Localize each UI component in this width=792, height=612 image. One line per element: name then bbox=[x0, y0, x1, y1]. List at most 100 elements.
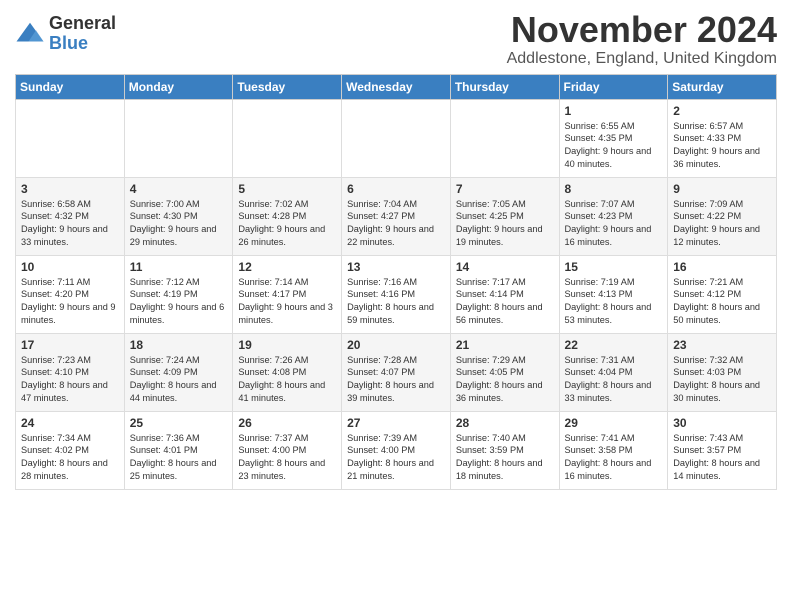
day-info: Sunrise: 7:43 AM Sunset: 3:57 PM Dayligh… bbox=[673, 432, 771, 484]
day-info: Sunrise: 7:07 AM Sunset: 4:23 PM Dayligh… bbox=[565, 198, 663, 250]
calendar-cell: 6Sunrise: 7:04 AM Sunset: 4:27 PM Daylig… bbox=[342, 177, 451, 255]
calendar-cell: 12Sunrise: 7:14 AM Sunset: 4:17 PM Dayli… bbox=[233, 255, 342, 333]
day-number: 18 bbox=[130, 338, 228, 352]
calendar-cell bbox=[16, 99, 125, 177]
calendar-cell bbox=[450, 99, 559, 177]
header-monday: Monday bbox=[124, 74, 233, 99]
day-number: 29 bbox=[565, 416, 663, 430]
day-number: 13 bbox=[347, 260, 445, 274]
calendar-cell: 24 Sunrise: 7:34 AM Sunset: 4:02 PM Dayli… bbox=[16, 411, 125, 489]
day-info: Sunrise: 7:40 AM Sunset: 3:59 PM Dayligh… bbox=[456, 432, 554, 484]
day-number: 5 bbox=[238, 182, 336, 196]
location-title: Addlestone, England, United Kingdom bbox=[507, 50, 777, 68]
calendar-cell: 7 Sunrise: 7:05 AM Sunset: 4:25 PM Daylig… bbox=[450, 177, 559, 255]
calendar-cell: 18 Sunrise: 7:24 AM Sunset: 4:09 PM Dayli… bbox=[124, 333, 233, 411]
calendar-week-row: 1 Sunrise: 6:55 AM Sunset: 4:35 PM Daylig… bbox=[16, 99, 777, 177]
calendar-cell: 4 Sunrise: 7:00 AM Sunset: 4:30 PM Daylig… bbox=[124, 177, 233, 255]
day-info: Sunrise: 7:00 AM Sunset: 4:30 PM Dayligh… bbox=[130, 198, 228, 250]
day-info: Sunrise: 7:41 AM Sunset: 3:58 PM Dayligh… bbox=[565, 432, 663, 484]
day-number: 27 bbox=[347, 416, 445, 430]
month-title: November 2024 bbox=[507, 10, 777, 50]
calendar-cell: 28 Sunrise: 7:40 AM Sunset: 3:59 PM Dayli… bbox=[450, 411, 559, 489]
day-info: Sunrise: 7:24 AM Sunset: 4:09 PM Dayligh… bbox=[130, 354, 228, 406]
day-info: Sunrise: 7:04 AM Sunset: 4:27 PM Dayligh… bbox=[347, 198, 445, 250]
day-number: 24 bbox=[21, 416, 119, 430]
day-info: Sunrise: 7:37 AM Sunset: 4:00 PM Dayligh… bbox=[238, 432, 336, 484]
day-info: Sunrise: 7:19 AM Sunset: 4:13 PM Dayligh… bbox=[565, 276, 663, 328]
calendar-cell: 23 Sunrise: 7:32 AM Sunset: 4:03 PM Dayli… bbox=[668, 333, 777, 411]
calendar-cell: 27 Sunrise: 7:39 AM Sunset: 4:00 PM Dayli… bbox=[342, 411, 451, 489]
header-friday: Friday bbox=[559, 74, 668, 99]
calendar-week-row: 24 Sunrise: 7:34 AM Sunset: 4:02 PM Dayli… bbox=[16, 411, 777, 489]
calendar-cell: 13 Sunrise: 7:16 AM Sunset: 4:16 PM Dayli… bbox=[342, 255, 451, 333]
day-number: 19 bbox=[238, 338, 336, 352]
day-number: 8 bbox=[565, 182, 663, 196]
day-number: 17 bbox=[21, 338, 119, 352]
day-info: Sunrise: 7:39 AM Sunset: 4:00 PM Dayligh… bbox=[347, 432, 445, 484]
header-tuesday: Tuesday bbox=[233, 74, 342, 99]
day-info: Sunrise: 7:32 AM Sunset: 4:03 PM Dayligh… bbox=[673, 354, 771, 406]
day-number: 11 bbox=[130, 260, 228, 274]
calendar-cell: 10Sunrise: 7:11 AM Sunset: 4:20 PM Dayli… bbox=[16, 255, 125, 333]
day-info: Sunrise: 7:16 AM Sunset: 4:16 PM Dayligh… bbox=[347, 276, 445, 328]
day-number: 21 bbox=[456, 338, 554, 352]
calendar-table: SundayMondayTuesdayWednesdayThursdayFrid… bbox=[15, 74, 777, 490]
day-number: 3 bbox=[21, 182, 119, 196]
logo-blue-text: Blue bbox=[49, 34, 116, 54]
day-info: Sunrise: 6:55 AM Sunset: 4:35 PM Dayligh… bbox=[565, 120, 663, 172]
day-number: 7 bbox=[456, 182, 554, 196]
logo-general-text: General bbox=[49, 14, 116, 34]
day-info: Sunrise: 7:17 AM Sunset: 4:14 PM Dayligh… bbox=[456, 276, 554, 328]
day-info: Sunrise: 7:05 AM Sunset: 4:25 PM Dayligh… bbox=[456, 198, 554, 250]
day-info: Sunrise: 7:36 AM Sunset: 4:01 PM Dayligh… bbox=[130, 432, 228, 484]
calendar-cell bbox=[233, 99, 342, 177]
day-number: 25 bbox=[130, 416, 228, 430]
page-header: General Blue November 2024 Addlestone, E… bbox=[15, 10, 777, 68]
day-number: 30 bbox=[673, 416, 771, 430]
calendar-cell: 22Sunrise: 7:31 AM Sunset: 4:04 PM Dayli… bbox=[559, 333, 668, 411]
day-number: 23 bbox=[673, 338, 771, 352]
day-info: Sunrise: 7:34 AM Sunset: 4:02 PM Dayligh… bbox=[21, 432, 119, 484]
header-saturday: Saturday bbox=[668, 74, 777, 99]
day-number: 14 bbox=[456, 260, 554, 274]
logo: General Blue bbox=[15, 14, 116, 54]
calendar-cell: 11 Sunrise: 7:12 AM Sunset: 4:19 PM Dayli… bbox=[124, 255, 233, 333]
calendar-cell: 2 Sunrise: 6:57 AM Sunset: 4:33 PM Daylig… bbox=[668, 99, 777, 177]
day-info: Sunrise: 6:57 AM Sunset: 4:33 PM Dayligh… bbox=[673, 120, 771, 172]
logo-icon bbox=[15, 19, 45, 49]
calendar-cell: 9 Sunrise: 7:09 AM Sunset: 4:22 PM Daylig… bbox=[668, 177, 777, 255]
calendar-cell: 19Sunrise: 7:26 AM Sunset: 4:08 PM Dayli… bbox=[233, 333, 342, 411]
calendar-cell: 26 Sunrise: 7:37 AM Sunset: 4:00 PM Dayli… bbox=[233, 411, 342, 489]
calendar-cell: 21 Sunrise: 7:29 AM Sunset: 4:05 PM Dayli… bbox=[450, 333, 559, 411]
title-area: November 2024 Addlestone, England, Unite… bbox=[507, 10, 777, 68]
day-info: Sunrise: 7:21 AM Sunset: 4:12 PM Dayligh… bbox=[673, 276, 771, 328]
calendar-week-row: 10Sunrise: 7:11 AM Sunset: 4:20 PM Dayli… bbox=[16, 255, 777, 333]
day-info: Sunrise: 7:12 AM Sunset: 4:19 PM Dayligh… bbox=[130, 276, 228, 328]
calendar-cell: 3 Sunrise: 6:58 AM Sunset: 4:32 PM Daylig… bbox=[16, 177, 125, 255]
day-info: Sunrise: 7:09 AM Sunset: 4:22 PM Dayligh… bbox=[673, 198, 771, 250]
day-info: Sunrise: 7:23 AM Sunset: 4:10 PM Dayligh… bbox=[21, 354, 119, 406]
calendar-cell: 20 Sunrise: 7:28 AM Sunset: 4:07 PM Dayli… bbox=[342, 333, 451, 411]
day-number: 15 bbox=[565, 260, 663, 274]
calendar-cell bbox=[124, 99, 233, 177]
calendar-cell: 1 Sunrise: 6:55 AM Sunset: 4:35 PM Daylig… bbox=[559, 99, 668, 177]
calendar-cell bbox=[342, 99, 451, 177]
day-info: Sunrise: 7:28 AM Sunset: 4:07 PM Dayligh… bbox=[347, 354, 445, 406]
calendar-cell: 15 Sunrise: 7:19 AM Sunset: 4:13 PM Dayli… bbox=[559, 255, 668, 333]
day-number: 1 bbox=[565, 104, 663, 118]
header-thursday: Thursday bbox=[450, 74, 559, 99]
day-number: 12 bbox=[238, 260, 336, 274]
day-number: 28 bbox=[456, 416, 554, 430]
day-info: Sunrise: 7:02 AM Sunset: 4:28 PM Dayligh… bbox=[238, 198, 336, 250]
day-number: 4 bbox=[130, 182, 228, 196]
day-number: 26 bbox=[238, 416, 336, 430]
calendar-week-row: 3 Sunrise: 6:58 AM Sunset: 4:32 PM Daylig… bbox=[16, 177, 777, 255]
day-number: 2 bbox=[673, 104, 771, 118]
day-number: 9 bbox=[673, 182, 771, 196]
day-info: Sunrise: 7:29 AM Sunset: 4:05 PM Dayligh… bbox=[456, 354, 554, 406]
day-info: Sunrise: 6:58 AM Sunset: 4:32 PM Dayligh… bbox=[21, 198, 119, 250]
calendar-cell: 17 Sunrise: 7:23 AM Sunset: 4:10 PM Dayli… bbox=[16, 333, 125, 411]
day-number: 20 bbox=[347, 338, 445, 352]
day-info: Sunrise: 7:11 AM Sunset: 4:20 PM Dayligh… bbox=[21, 276, 119, 328]
day-number: 22 bbox=[565, 338, 663, 352]
